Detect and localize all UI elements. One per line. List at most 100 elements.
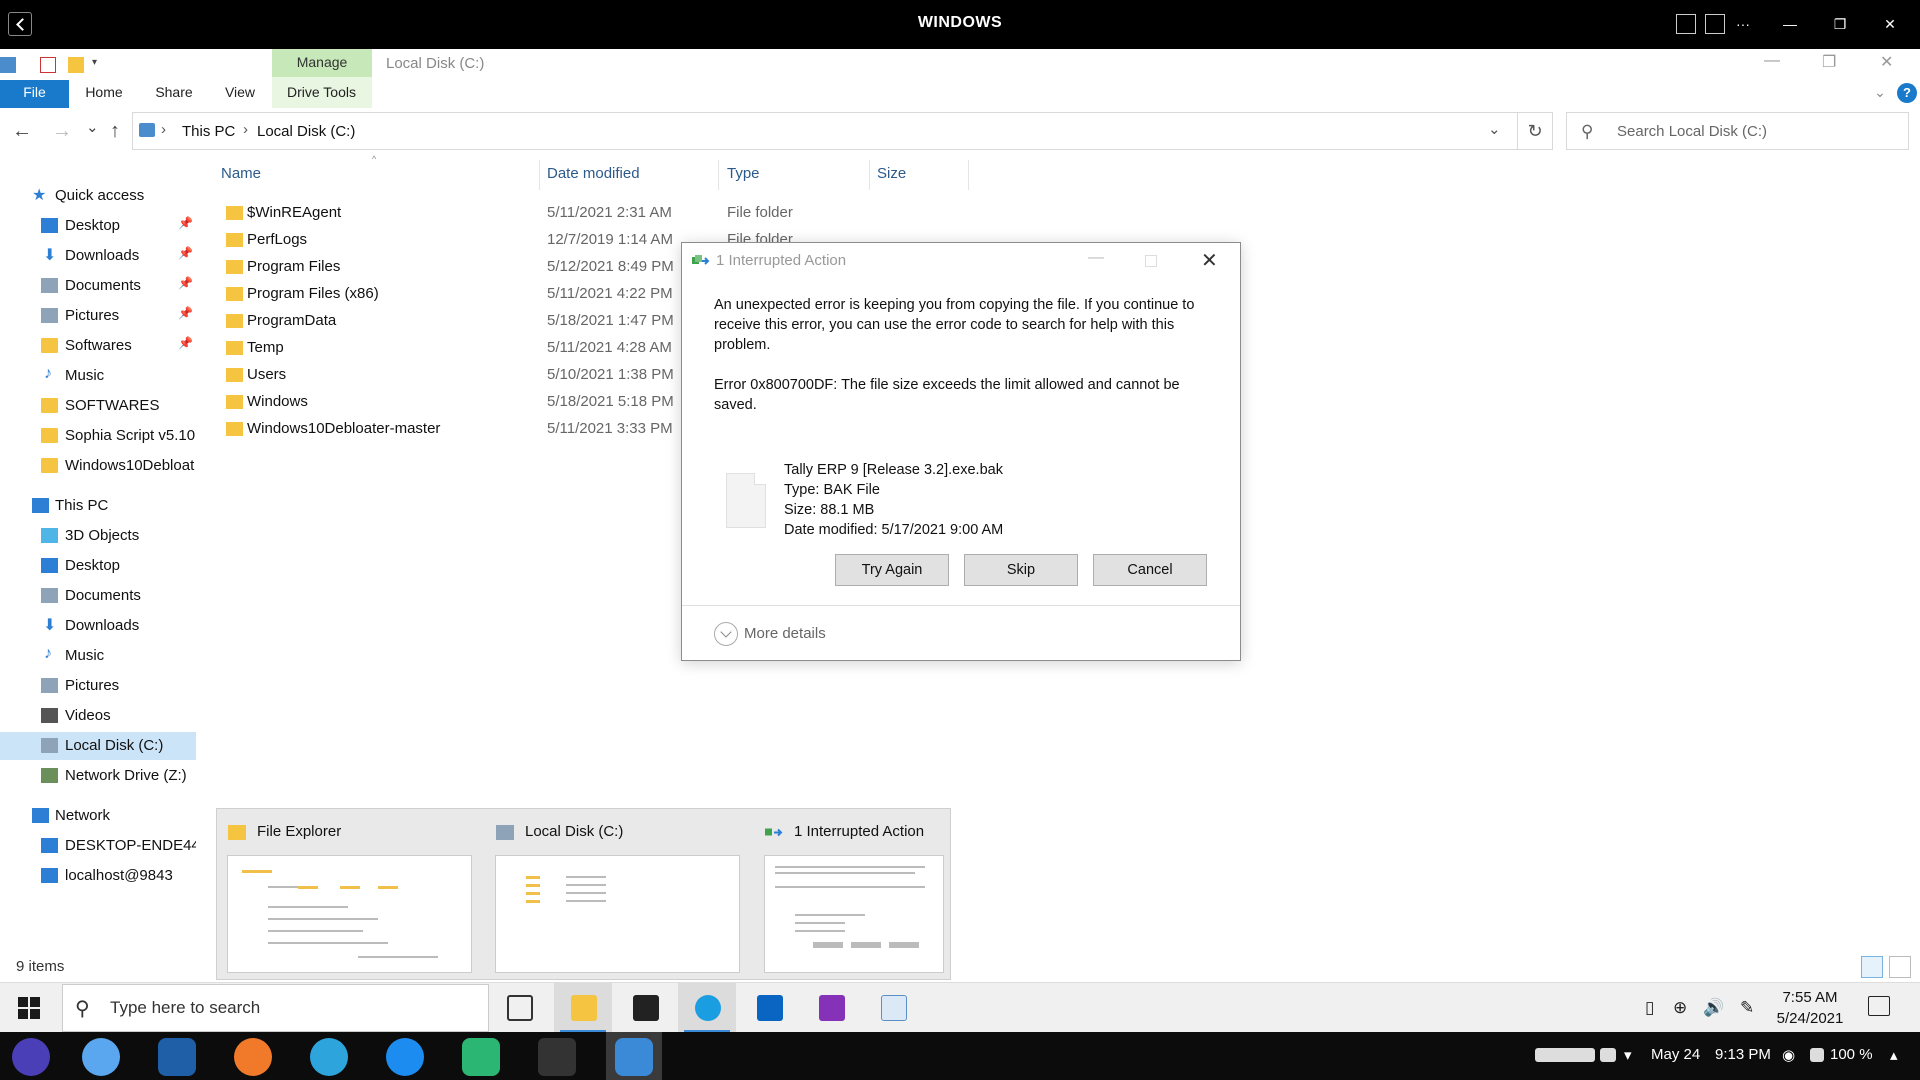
thumbnail-file-explorer[interactable]: File Explorer: [217, 809, 472, 981]
sidebar-item-desktop-ende44f[interactable]: DESKTOP-ENDE44F: [0, 832, 196, 860]
sidebar-item-network-drive[interactable]: Network Drive (Z:): [0, 762, 196, 790]
chevron-down-icon[interactable]: [714, 622, 738, 646]
sidebar-item-network[interactable]: Network: [0, 802, 196, 830]
tab-home[interactable]: Home: [84, 80, 124, 108]
globe-icon[interactable]: ⊕: [1673, 998, 1687, 1018]
sidebar-item-desktop[interactable]: Desktop 📌: [0, 212, 196, 240]
thumbnail-interrupted-action[interactable]: 1 Interrupted Action: [754, 809, 1009, 981]
tab-share[interactable]: Share: [154, 80, 194, 108]
new-folder-icon[interactable]: [68, 57, 84, 73]
sidebar-item-pictures-pc[interactable]: Pictures: [0, 672, 196, 700]
tab-manage[interactable]: Manage: [272, 49, 372, 77]
explorer-minimize-icon[interactable]: —: [1764, 52, 1780, 70]
sidebar-item-local-disk[interactable]: Local Disk (C:): [0, 732, 196, 760]
paint-icon[interactable]: [864, 983, 922, 1033]
task-view-icon[interactable]: [490, 983, 548, 1033]
refresh-button[interactable]: ↻: [1517, 112, 1553, 150]
sidebar-item-quick-access[interactable]: ★ Quick access: [0, 182, 196, 210]
sidebar-item-localhost[interactable]: localhost@9843: [0, 862, 196, 890]
outlook-icon[interactable]: [740, 983, 798, 1033]
clipboard-icon[interactable]: [1600, 1048, 1616, 1062]
try-again-button[interactable]: Try Again: [835, 554, 949, 586]
sidebar-item-this-pc[interactable]: This PC: [0, 492, 196, 520]
thumbnail-local-disk[interactable]: Local Disk (C:): [485, 809, 740, 981]
address-bar[interactable]: › This PC › Local Disk (C:) ⌄: [132, 112, 1518, 150]
sidebar-item-3d-objects[interactable]: 3D Objects: [0, 522, 196, 550]
volume-icon[interactable]: 🔊: [1703, 998, 1724, 1018]
dialog-title-bar[interactable]: 1 Interrupted Action — ✕: [682, 243, 1240, 279]
dialog-close-icon[interactable]: ✕: [1201, 248, 1218, 273]
sidebar-item-documents[interactable]: Documents 📌: [0, 272, 196, 300]
wifi-icon[interactable]: ◉: [1782, 1046, 1795, 1064]
sidebar-item-pictures[interactable]: Pictures 📌: [0, 302, 196, 330]
details-view-icon[interactable]: [1861, 956, 1883, 978]
notification-icon[interactable]: [1868, 996, 1890, 1016]
activity-monitor-icon[interactable]: [538, 1038, 576, 1076]
tab-drive-tools[interactable]: Drive Tools: [284, 80, 359, 108]
menu-bar-extras-icon[interactable]: [1535, 1048, 1595, 1062]
edge-icon[interactable]: [678, 983, 736, 1033]
telegram-icon[interactable]: [310, 1038, 348, 1076]
minimize-icon[interactable]: —: [1780, 14, 1800, 34]
large-icons-view-icon[interactable]: [1889, 956, 1911, 978]
up-arrow-icon[interactable]: ↑: [110, 120, 120, 143]
breadcrumb-this-pc[interactable]: This PC: [182, 123, 235, 140]
firefox-icon[interactable]: [234, 1038, 272, 1076]
tab-file[interactable]: File: [0, 80, 69, 108]
file-explorer-taskbar-icon[interactable]: [554, 983, 612, 1033]
sidebar-item-music-pc[interactable]: ♪ Music: [0, 642, 196, 670]
dock-up-icon[interactable]: ▴: [1890, 1046, 1898, 1064]
app-store-icon[interactable]: [386, 1038, 424, 1076]
onenote-icon[interactable]: [802, 983, 860, 1033]
sidebar-item-downloads-pc[interactable]: ⬇ Downloads: [0, 612, 196, 640]
sidebar-item-sophia-script[interactable]: Sophia Script v5.10.: [0, 422, 196, 450]
column-header-size[interactable]: Size: [877, 165, 906, 182]
forward-arrow-icon[interactable]: →: [52, 120, 72, 143]
taskbar-clock[interactable]: 7:55 AM 5/24/2021: [1775, 987, 1845, 1029]
dialog-minimize-icon[interactable]: —: [1088, 249, 1104, 267]
column-divider[interactable]: [539, 160, 540, 190]
column-divider[interactable]: [968, 160, 969, 190]
back-arrow-icon[interactable]: ←: [12, 120, 32, 143]
fullscreen-icon[interactable]: [1676, 14, 1696, 34]
pen-icon[interactable]: ✎: [1740, 998, 1754, 1018]
sidebar-item-windows10debloat[interactable]: Windows10Debloat: [0, 452, 196, 480]
ribbon-collapse-icon[interactable]: ⌄: [1872, 80, 1888, 108]
parallels-icon[interactable]: [615, 1038, 653, 1076]
finder-icon[interactable]: [82, 1038, 120, 1076]
dock-caret-icon[interactable]: ▾: [1624, 1046, 1632, 1064]
file-row[interactable]: $WinREAgent 5/11/2021 2:31 AM File folder: [220, 199, 793, 226]
sidebar-item-downloads[interactable]: ⬇ Downloads 📌: [0, 242, 196, 270]
sidebar-item-videos[interactable]: Videos: [0, 702, 196, 730]
explorer-maximize-icon[interactable]: ❐: [1822, 52, 1836, 72]
vscode-icon[interactable]: [158, 1038, 196, 1076]
column-header-date[interactable]: Date modified: [547, 165, 640, 182]
properties-icon[interactable]: [40, 57, 56, 73]
restore-icon[interactable]: ❐: [1830, 14, 1850, 34]
column-header-type[interactable]: Type: [727, 165, 760, 182]
search-input[interactable]: ⚲ Search Local Disk (C:): [1566, 112, 1909, 150]
more-details-toggle[interactable]: More details: [744, 625, 826, 642]
battery-icon[interactable]: [1810, 1048, 1824, 1062]
start-button[interactable]: [18, 997, 40, 1019]
breadcrumb-local-disk[interactable]: Local Disk (C:): [257, 123, 355, 140]
sidebar-item-desktop-pc[interactable]: Desktop: [0, 552, 196, 580]
close-icon[interactable]: ✕: [1880, 14, 1900, 34]
explorer-close-icon[interactable]: ✕: [1880, 52, 1893, 72]
taskbar-search-box[interactable]: ⚲ Type here to search: [62, 984, 489, 1032]
battery-icon[interactable]: ▯: [1645, 998, 1654, 1018]
recent-locations-icon[interactable]: ⌄: [86, 118, 99, 136]
column-header-name[interactable]: Name: [221, 165, 261, 182]
keyboard-icon[interactable]: [1705, 14, 1725, 34]
sidebar-item-softwares[interactable]: Softwares 📌: [0, 332, 196, 360]
sidebar-item-documents-pc[interactable]: Documents: [0, 582, 196, 610]
address-dropdown-icon[interactable]: ⌄: [1488, 120, 1501, 138]
tab-view[interactable]: View: [224, 80, 256, 108]
cancel-button[interactable]: Cancel: [1093, 554, 1207, 586]
more-icon[interactable]: ···: [1733, 14, 1753, 34]
customize-qat-icon[interactable]: ▾: [92, 57, 108, 73]
shield-app-icon[interactable]: [462, 1038, 500, 1076]
help-icon[interactable]: ?: [1897, 83, 1917, 103]
launcher-icon[interactable]: [12, 1038, 50, 1076]
skip-button[interactable]: Skip: [964, 554, 1078, 586]
